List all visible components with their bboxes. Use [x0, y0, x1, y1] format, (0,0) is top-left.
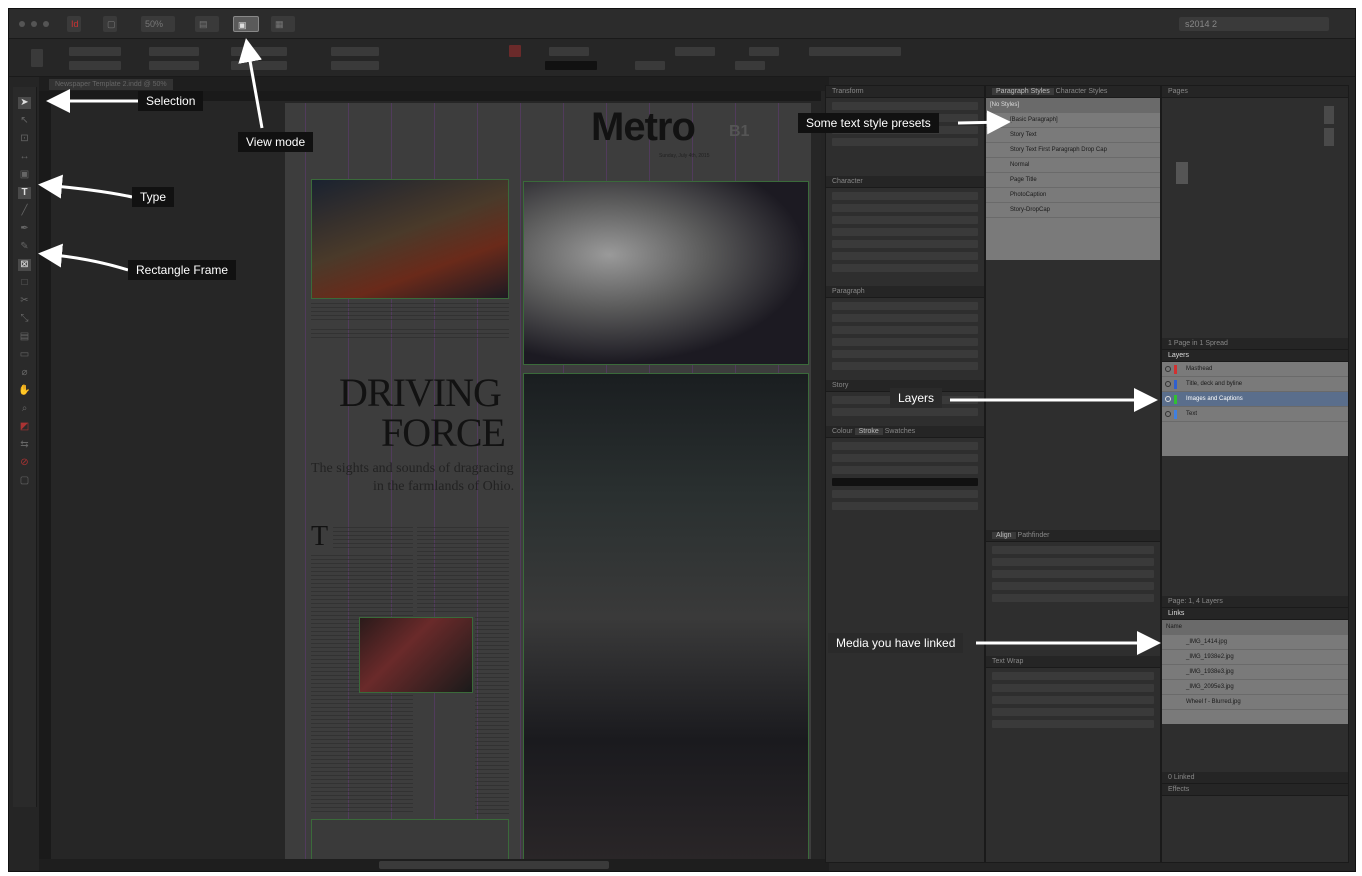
arrow-type — [38, 174, 133, 199]
callout-rectangle-frame: Rectangle Frame — [128, 260, 237, 280]
callout-view-mode: View mode — [238, 132, 314, 152]
annotation-arrows — [38, 38, 1161, 655]
arrow-view-mode — [238, 38, 264, 129]
callout-layers: Layers — [890, 388, 943, 408]
callout-media: Media you have linked — [828, 633, 964, 653]
arrow-text-presets — [957, 110, 1011, 135]
callout-selection: Selection — [138, 91, 204, 111]
arrow-rectangle-frame — [38, 243, 129, 272]
callout-text-presets: Some text style presets — [798, 113, 939, 133]
callout-type: Type — [132, 187, 175, 207]
